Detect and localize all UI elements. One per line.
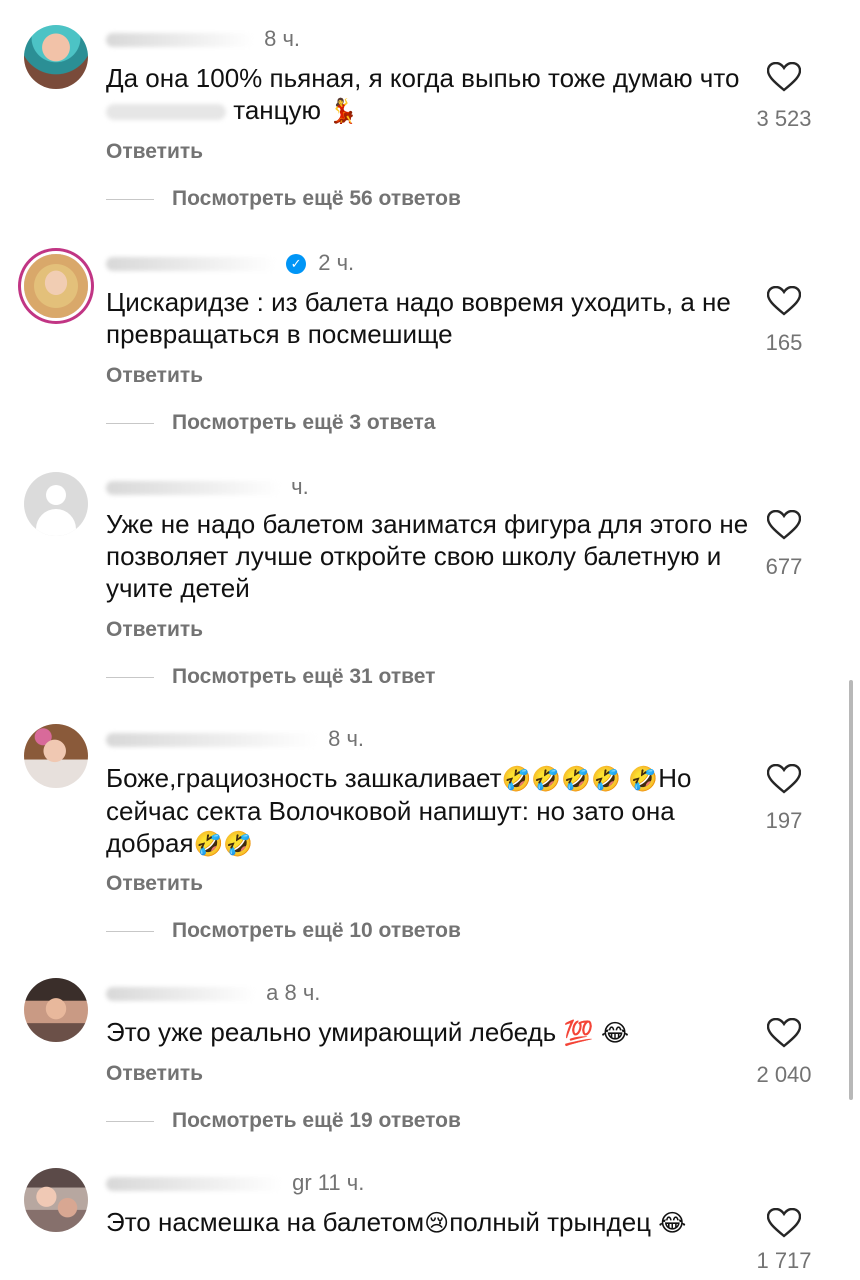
like-count: 197 <box>765 808 803 833</box>
like-control: 165 <box>744 286 824 356</box>
like-count: 2 040 <box>756 1062 812 1087</box>
like-control: 677 <box>744 510 824 580</box>
scrollbar[interactable] <box>849 680 853 1100</box>
dancer-emoji-icon: 💃 <box>328 97 359 125</box>
default-avatar-icon[interactable] <box>24 472 88 536</box>
heart-outline-icon[interactable] <box>767 1018 801 1048</box>
like-count: 3 523 <box>756 106 812 131</box>
crying-emoji-icon: 😢 <box>424 1209 450 1237</box>
comment-text: Это уже реально умирающий лебедь 💯 😂 <box>106 1017 630 1047</box>
comment-meta: а 8 ч. <box>106 980 320 1008</box>
comment-meta: ч. <box>106 474 309 502</box>
view-replies-button[interactable]: Посмотреть ещё 3 ответа <box>106 411 435 435</box>
heart-outline-icon[interactable] <box>767 62 801 92</box>
like-control: 3 523 <box>744 62 824 132</box>
avatar[interactable] <box>24 978 88 1042</box>
comment-time: а 8 ч. <box>266 980 321 1005</box>
tears-of-joy-emoji-icon: 😂 <box>658 1209 687 1237</box>
username-blurred[interactable] <box>106 1177 282 1192</box>
comment-text: Да она 100% пьяная, я когда выпью тоже д… <box>106 63 740 125</box>
blurred-word <box>106 104 226 121</box>
verified-badge-icon: ✓ <box>286 254 307 275</box>
divider <box>106 930 154 932</box>
hundred-emoji-icon: 💯 😂 <box>563 1019 630 1047</box>
comment-meta: 8 ч. <box>106 726 364 754</box>
comment-time: ч. <box>291 474 309 499</box>
comment-text: Уже не надо балетом заниматся фигура для… <box>106 509 749 603</box>
comment-text: Это насмешка на балетом😢полный трындец 😂 <box>106 1207 687 1237</box>
divider <box>106 422 154 424</box>
heart-outline-icon[interactable] <box>767 510 801 540</box>
avatar[interactable] <box>24 25 88 89</box>
divider <box>106 198 154 200</box>
like-count: 1 717 <box>756 1248 812 1273</box>
view-replies-button[interactable]: Посмотреть ещё 56 ответов <box>106 187 461 211</box>
like-control: 197 <box>744 764 824 834</box>
like-count: 677 <box>765 554 803 579</box>
comment-time: 2 ч. <box>318 250 355 275</box>
reply-button[interactable]: Ответить <box>106 872 203 896</box>
comment-meta: ✓ 2 ч. <box>106 250 354 278</box>
comment-time: 8 ч. <box>264 26 301 51</box>
heart-outline-icon[interactable] <box>767 764 801 794</box>
username-blurred[interactable] <box>106 257 276 272</box>
username-blurred[interactable] <box>106 481 281 496</box>
comment-time: gr 11 ч. <box>292 1170 365 1195</box>
comment-text: Боже,грациозность зашкаливает🤣🤣🤣🤣 🤣Но се… <box>106 763 692 858</box>
view-replies-button[interactable]: Посмотреть ещё 10 ответов <box>106 919 461 943</box>
heart-outline-icon[interactable] <box>767 286 801 316</box>
username-blurred[interactable] <box>106 733 318 748</box>
divider <box>106 1120 154 1122</box>
heart-outline-icon[interactable] <box>767 1208 801 1238</box>
rofl-emoji-icon: 🤣🤣🤣🤣 <box>501 765 622 793</box>
comment-meta: gr 11 ч. <box>106 1170 364 1198</box>
username-blurred[interactable] <box>106 33 254 48</box>
view-replies-button[interactable]: Посмотреть ещё 19 ответов <box>106 1109 461 1133</box>
comment-meta: 8 ч. <box>106 26 300 54</box>
avatar[interactable] <box>24 724 88 788</box>
reply-button[interactable]: Ответить <box>106 364 203 388</box>
view-replies-button[interactable]: Посмотреть ещё 31 ответ <box>106 665 435 689</box>
avatar[interactable] <box>24 1168 88 1232</box>
reply-button[interactable]: Ответить <box>106 140 203 164</box>
reply-button[interactable]: Ответить <box>106 1062 203 1086</box>
comment-time: 8 ч. <box>328 726 365 751</box>
like-control: 2 040 <box>744 1018 824 1088</box>
rofl-emoji-icon: 🤣🤣 <box>193 830 254 858</box>
username-blurred[interactable] <box>106 987 256 1002</box>
like-control: 1 717 <box>744 1208 824 1274</box>
rofl-emoji-icon: 🤣 <box>628 765 659 793</box>
reply-button[interactable]: Ответить <box>106 618 203 642</box>
avatar[interactable] <box>24 254 88 318</box>
comment-text: Цискаридзе : из балета надо вовремя уход… <box>106 287 731 349</box>
divider <box>106 676 154 678</box>
like-count: 165 <box>765 330 803 355</box>
